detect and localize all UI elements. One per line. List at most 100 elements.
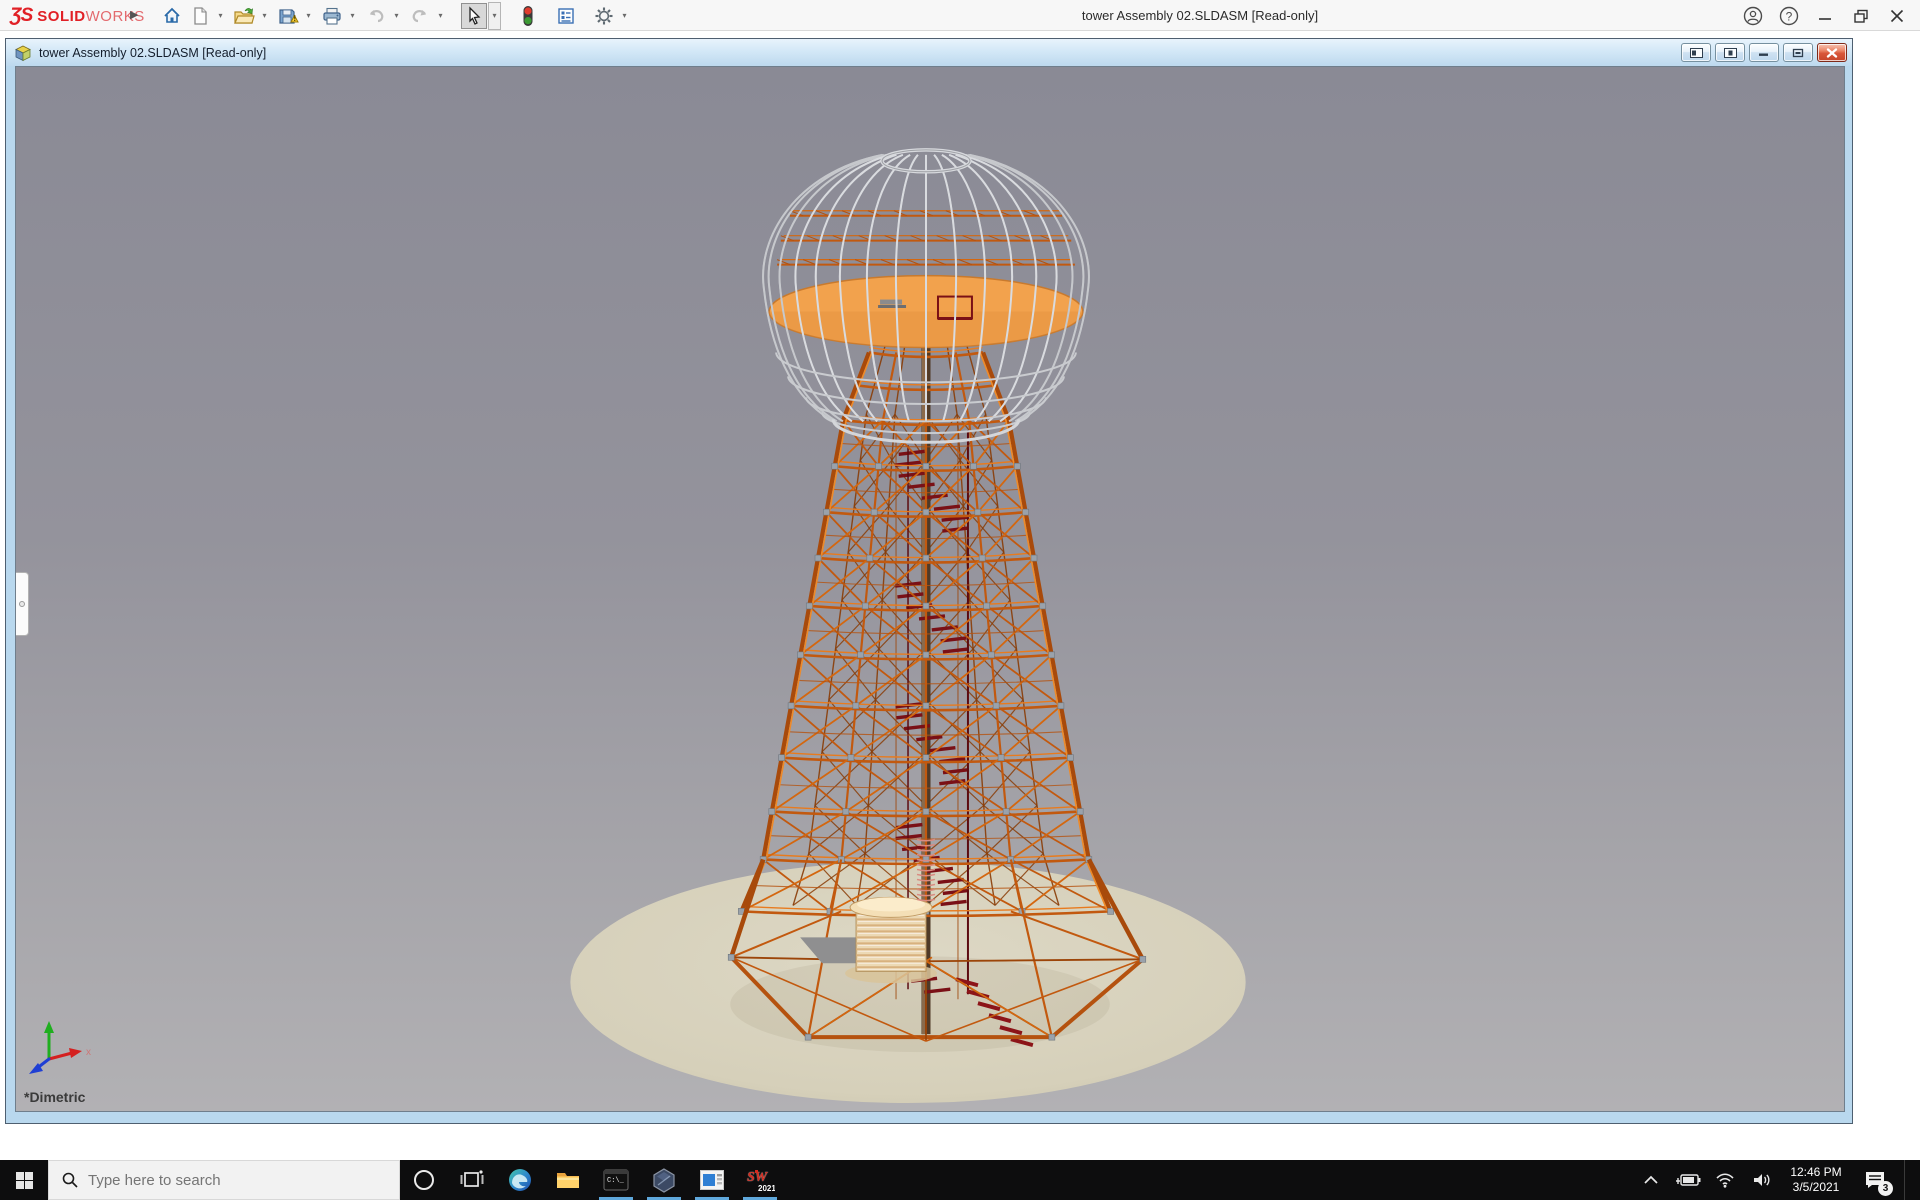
taskbar-search[interactable] [48, 1160, 400, 1200]
minimize-button[interactable] [1810, 3, 1840, 29]
left-pane-icon [1689, 47, 1703, 58]
open-dropdown[interactable]: ▾ [258, 3, 271, 29]
tower-assembly-3d-model [570, 148, 1246, 1104]
select-tool-button[interactable] [461, 2, 487, 29]
window-app-button[interactable] [688, 1160, 736, 1200]
terminal-button[interactable]: C:\_ [592, 1160, 640, 1200]
doc-restore-icon [1792, 48, 1804, 57]
graphics-viewport[interactable]: x *Dimetric [15, 66, 1845, 1112]
svg-text:C:\_: C:\_ [607, 1177, 625, 1185]
clock[interactable]: 12:46 PM 3/5/2021 [1784, 1165, 1848, 1195]
print-icon [323, 7, 341, 25]
windows-taskbar: C:\_ SW 20 [0, 1160, 1920, 1200]
help-button[interactable]: ? [1774, 3, 1804, 29]
account-button[interactable] [1738, 3, 1768, 29]
orientation-triad-icon: x [29, 1021, 91, 1074]
doc-minimize-icon [1759, 53, 1768, 56]
start-button[interactable] [0, 1160, 48, 1200]
options-dropdown[interactable]: ▾ [618, 3, 631, 29]
redo-icon [412, 9, 426, 22]
doc-restore-button[interactable] [1783, 43, 1813, 62]
windows-start-icon [15, 1171, 33, 1189]
menu-expand-arrow-icon[interactable]: ▶ [130, 8, 138, 21]
solidworks-year-label: 2021 [758, 1184, 775, 1193]
file-explorer-icon [557, 1173, 579, 1188]
app-title: tower Assembly 02.SLDASM [Read-only] [1081, 8, 1319, 23]
home-icon [164, 7, 180, 23]
battery-status[interactable] [1673, 1160, 1703, 1200]
assembly-document-icon [15, 45, 31, 61]
undo-icon [370, 9, 384, 22]
solidworks-application: ƷS SOLID WORKS ▶ ▾ ▾ ▾ ▾ ▾ ▾ ▾ ▾ tower A… [0, 0, 1920, 1200]
solidworks-app-icon: SW 2021 [747, 1170, 775, 1193]
network-status[interactable] [1710, 1160, 1740, 1200]
restore-button[interactable] [1846, 3, 1876, 29]
save-dropdown[interactable]: ▾ [302, 3, 315, 29]
quick-access-toolbar: ▾ ▾ ▾ ▾ ▾ ▾ ▾ ▾ [158, 1, 634, 30]
minimize-icon [1819, 17, 1831, 20]
tray-date: 3/5/2021 [1792, 1180, 1840, 1194]
featuremanager-collapsed-tab[interactable] [16, 572, 29, 636]
rebuild-button[interactable] [515, 3, 541, 29]
document-title: tower Assembly 02.SLDASM [Read-only] [39, 45, 267, 60]
featuremanager-tab-handle-icon [18, 601, 25, 607]
action-center-button[interactable]: 3 [1855, 1160, 1895, 1200]
undo-button[interactable] [363, 3, 389, 29]
gear-icon [595, 7, 613, 24]
close-icon [1890, 9, 1904, 22]
right-pane-icon [1723, 47, 1737, 58]
view-orientation-label: *Dimetric [24, 1089, 86, 1105]
window-app-icon [700, 1170, 724, 1190]
show-desktop-button[interactable] [1904, 1160, 1908, 1200]
close-button[interactable] [1882, 3, 1912, 29]
solidworks-logo: ƷS SOLID WORKS [10, 5, 145, 26]
select-cursor-icon [469, 5, 481, 25]
save-button[interactable] [275, 3, 301, 29]
terminal-icon: C:\_ [603, 1169, 629, 1191]
search-icon [62, 1172, 78, 1188]
search-input[interactable] [88, 1171, 368, 1189]
new-document-dropdown[interactable]: ▾ [214, 3, 227, 29]
file-explorer-button[interactable] [544, 1160, 592, 1200]
doc-close-button[interactable] [1817, 43, 1847, 62]
toggle-left-pane-button[interactable] [1681, 43, 1711, 62]
restore-icon [1854, 9, 1868, 23]
task-view-button[interactable] [448, 1160, 496, 1200]
traffic-light-icon [523, 5, 533, 26]
cortana-button[interactable] [400, 1160, 448, 1200]
home-button[interactable] [159, 3, 185, 29]
tray-expand-button[interactable] [1636, 1160, 1666, 1200]
document-window: tower Assembly 02.SLDASM [Read-only] x *… [5, 38, 1853, 1124]
document-titlebar[interactable]: tower Assembly 02.SLDASM [Read-only] [6, 39, 1852, 66]
new-document-icon [194, 6, 207, 25]
undo-dropdown[interactable]: ▾ [390, 3, 403, 29]
toggle-right-pane-button[interactable] [1715, 43, 1745, 62]
svg-text:?: ? [1786, 9, 1793, 23]
save-warning-icon [279, 8, 299, 24]
help-icon: ? [1779, 6, 1799, 25]
triad-x-label: x [86, 1047, 91, 1058]
options-button[interactable] [591, 3, 617, 29]
volume-status[interactable] [1747, 1160, 1777, 1200]
solidworks-app-button[interactable]: SW 2021 [736, 1160, 784, 1200]
doc-close-icon [1826, 47, 1838, 58]
user-account-icon [1743, 6, 1763, 25]
hexagon-app-button[interactable] [640, 1160, 688, 1200]
task-view-icon [460, 1170, 484, 1187]
system-tray: 12:46 PM 3/5/2021 3 [1636, 1160, 1920, 1200]
doc-minimize-button[interactable] [1749, 43, 1779, 62]
edge-browser-icon [509, 1169, 531, 1191]
redo-dropdown[interactable]: ▾ [434, 3, 447, 29]
select-tool-dropdown[interactable]: ▾ [488, 1, 501, 30]
window-controls: ? [1738, 0, 1912, 31]
print-button[interactable] [319, 3, 345, 29]
speaker-icon [1754, 1174, 1770, 1186]
print-dropdown[interactable]: ▾ [346, 3, 359, 29]
edge-button[interactable] [496, 1160, 544, 1200]
redo-button[interactable] [407, 3, 433, 29]
open-button[interactable] [231, 3, 257, 29]
open-folder-icon [234, 7, 255, 24]
wifi-icon [1716, 1173, 1734, 1188]
properties-button[interactable] [553, 3, 579, 29]
new-document-button[interactable] [187, 3, 213, 29]
